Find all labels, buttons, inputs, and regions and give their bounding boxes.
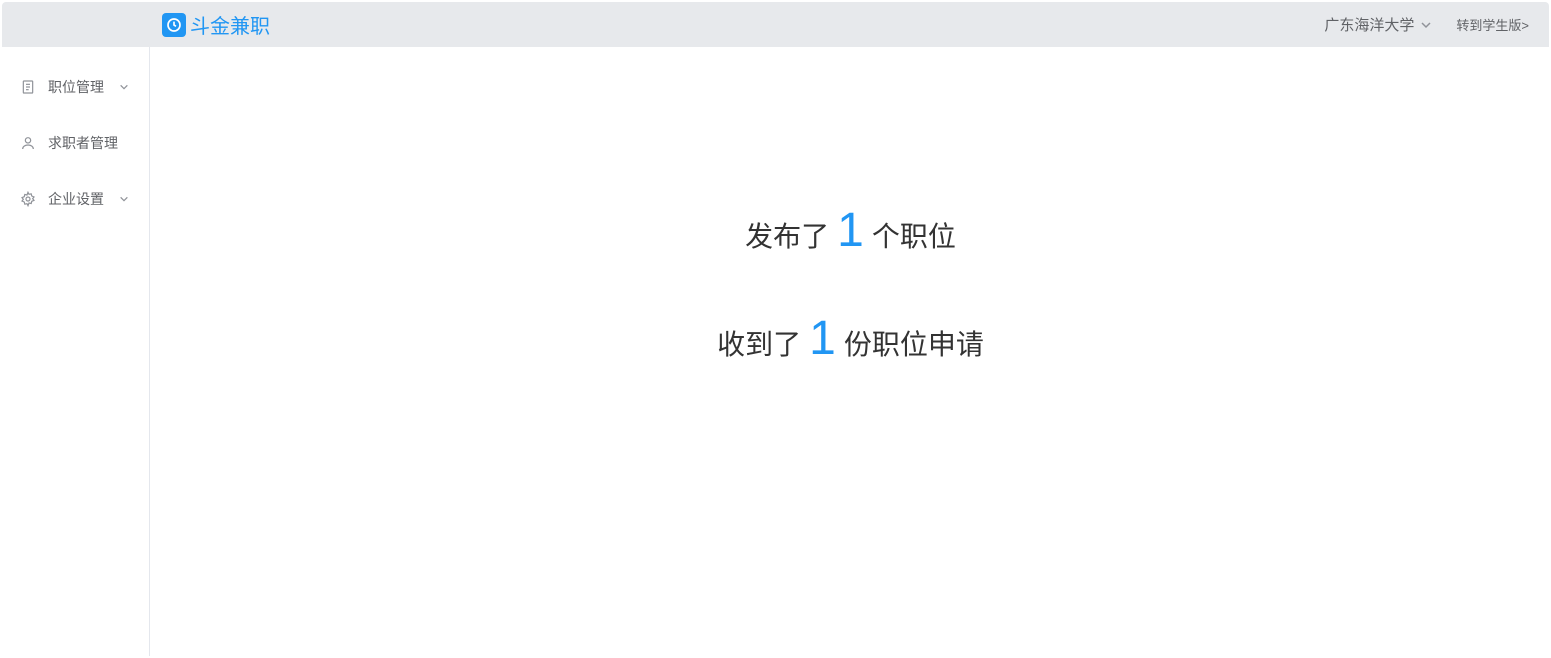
chevron-down-icon: [119, 82, 129, 92]
user-icon: [20, 135, 36, 151]
sidebar-item-applicants[interactable]: 求职者管理: [0, 115, 149, 171]
stat-published: 发布了 1 个职位: [745, 207, 956, 255]
stat-suffix: 份职位申请: [844, 323, 984, 363]
clock-icon: [162, 13, 186, 37]
switch-student-link[interactable]: 转到学生版>: [1456, 15, 1529, 34]
stat-number: 1: [837, 207, 864, 255]
stat-received: 收到了 1 份职位申请: [717, 315, 984, 363]
main-content: 发布了 1 个职位 收到了 1 份职位申请: [150, 47, 1551, 656]
stat-number: 1: [809, 315, 836, 363]
sidebar-item-settings[interactable]: 企业设置: [0, 171, 149, 227]
gear-icon: [20, 191, 36, 207]
header-right: 广东海洋大学 转到学生版>: [1324, 14, 1529, 35]
sidebar-item-label: 职位管理: [48, 77, 104, 97]
chevron-down-icon: [119, 194, 129, 204]
stat-prefix: 收到了: [717, 323, 801, 363]
stat-suffix: 个职位: [872, 215, 956, 255]
logo[interactable]: 斗金兼职: [162, 10, 270, 39]
sidebar-item-label: 求职者管理: [48, 133, 118, 153]
stat-prefix: 发布了: [745, 215, 829, 255]
chevron-down-icon: [1420, 19, 1432, 31]
university-selector[interactable]: 广东海洋大学: [1324, 14, 1432, 35]
sidebar-item-positions[interactable]: 职位管理: [0, 59, 149, 115]
header: 斗金兼职 广东海洋大学 转到学生版>: [2, 2, 1549, 47]
document-icon: [20, 79, 36, 95]
sidebar: 职位管理 求职者管理 企业设置: [0, 47, 150, 656]
logo-text: 斗金兼职: [190, 10, 270, 39]
sidebar-item-label: 企业设置: [48, 189, 104, 209]
university-name: 广东海洋大学: [1324, 14, 1414, 35]
